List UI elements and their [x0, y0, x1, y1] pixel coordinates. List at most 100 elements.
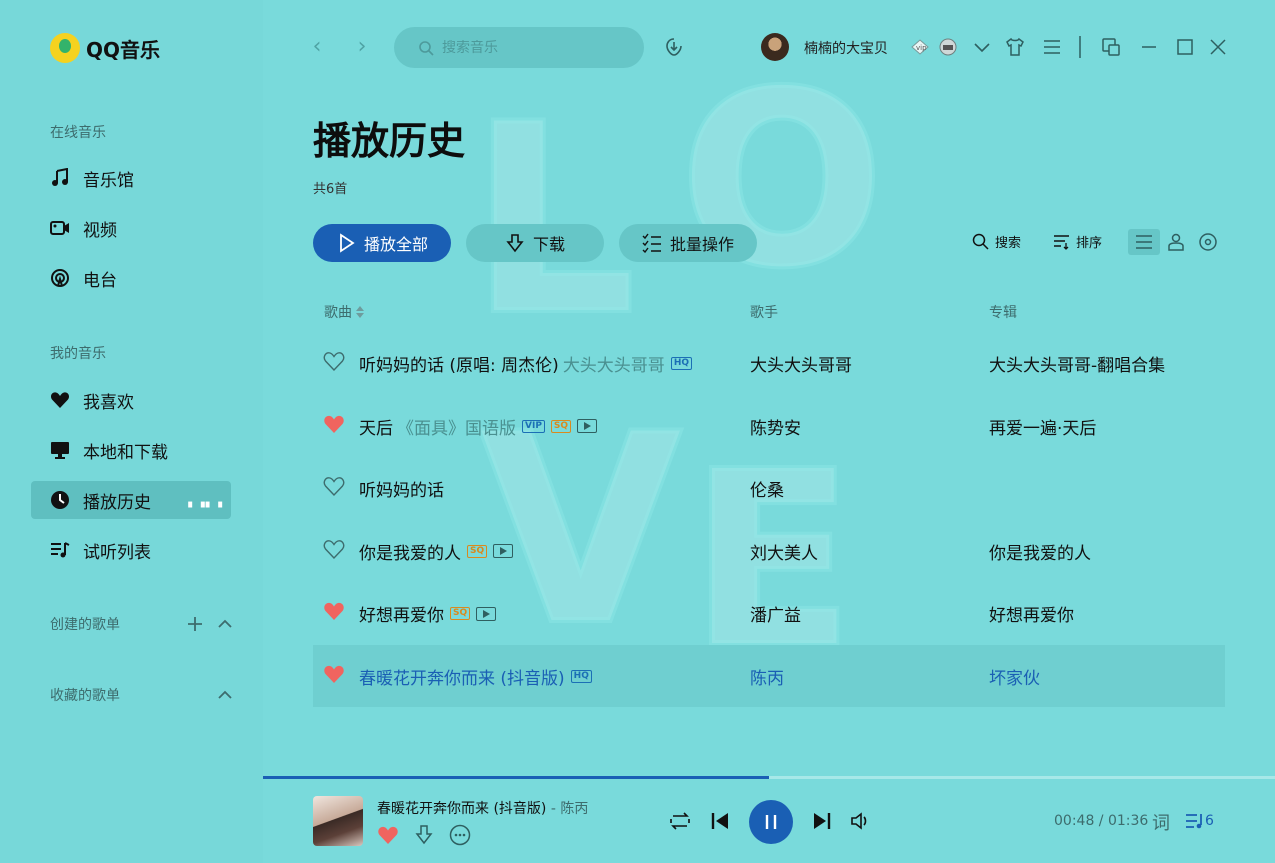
listen-recognize-icon[interactable]	[662, 35, 686, 59]
mv-icon[interactable]	[476, 606, 497, 621]
heart-outline-icon[interactable]	[323, 475, 345, 497]
now-playing-title: 春暖花开奔你而来 (抖音版)	[377, 801, 547, 817]
mv-icon[interactable]	[493, 544, 514, 558]
song-title: 听妈妈的话 (原唱: 周杰伦)	[359, 356, 559, 376]
sidebar-item-trial-list[interactable]: 试听列表	[31, 531, 231, 569]
play-queue-icon	[1186, 814, 1202, 829]
previous-track-icon[interactable]	[707, 808, 733, 834]
sort-arrows-icon	[356, 306, 364, 318]
chevron-up-icon[interactable]	[217, 687, 233, 703]
close-icon[interactable]	[1206, 35, 1230, 59]
table-row[interactable]: 春暖花开奔你而来 (抖音版) HQ 陈丙 坏家伙	[313, 644, 1225, 707]
qq-music-logo-icon	[50, 33, 80, 63]
liked-heart-icon[interactable]	[323, 663, 345, 685]
now-playing-info[interactable]: 春暖花开奔你而来 (抖音版) - 陈丙	[377, 798, 588, 818]
chevron-up-icon[interactable]	[217, 616, 233, 632]
menu-icon[interactable]	[1040, 35, 1064, 59]
song-count: 共6首	[313, 182, 348, 197]
sq-quality-badge: SQ	[467, 544, 488, 558]
checklist-icon	[642, 233, 661, 253]
liked-heart-icon[interactable]	[323, 600, 345, 622]
column-header-album: 专辑	[989, 305, 1017, 321]
heart-outline-icon[interactable]	[323, 538, 345, 560]
liked-heart-icon[interactable]	[323, 413, 345, 435]
table-row[interactable]: 听妈妈的话 (原唱: 周杰伦) 大头大头哥哥 HQ 大头大头哥哥 大头大头哥哥-翻唱合集	[313, 332, 1225, 394]
download-icon[interactable]	[413, 824, 435, 846]
sidebar-item-favorites[interactable]: 我喜欢	[31, 381, 231, 419]
list-view-button[interactable]	[1128, 229, 1160, 255]
download-button[interactable]: 下载	[466, 224, 604, 262]
progress-bar[interactable]	[263, 776, 1275, 779]
mini-mode-icon[interactable]	[1099, 35, 1123, 59]
song-artist[interactable]: 伦桑	[750, 476, 784, 501]
song-title-cell[interactable]: 天后 《面具》国语版 VIP SQ	[359, 414, 598, 439]
minimize-icon[interactable]	[1137, 35, 1161, 59]
sidebar-item-music-hall[interactable]: 音乐馆	[31, 159, 231, 197]
song-artist[interactable]: 陈丙	[750, 664, 784, 689]
collected-playlists-label: 收藏的歌单	[50, 688, 120, 704]
artist-view-button[interactable]	[1160, 229, 1192, 255]
volume-icon[interactable]	[848, 808, 874, 834]
username[interactable]: 楠楠的大宝贝	[804, 38, 888, 58]
level-badge-icon[interactable]	[936, 35, 960, 59]
chevron-down-icon[interactable]	[970, 35, 994, 59]
song-title: 春暖花开奔你而来 (抖音版)	[359, 668, 565, 689]
player-bar: 春暖花开奔你而来 (抖音版) - 陈丙 00:48 / 01:36 词 6	[263, 776, 1275, 863]
song-artist[interactable]: 陈势安	[750, 414, 801, 439]
song-artist[interactable]: 刘大美人	[750, 539, 818, 564]
search-input[interactable]	[442, 39, 632, 56]
search-tool[interactable]: 搜索	[972, 232, 1021, 251]
song-album[interactable]: 你是我爱的人	[989, 539, 1091, 564]
playback-time: 00:48 / 01:36	[1054, 813, 1149, 829]
song-title-cell[interactable]: 听妈妈的话	[359, 476, 444, 501]
avatar[interactable]	[761, 33, 789, 61]
table-row[interactable]: 听妈妈的话 伦桑	[313, 457, 1225, 519]
sidebar-item-local-download[interactable]: 本地和下载	[31, 431, 231, 469]
playlist-icon	[49, 539, 71, 561]
pause-button[interactable]	[749, 800, 793, 844]
song-title-cell[interactable]: 你是我爱的人 SQ	[359, 539, 514, 564]
table-row[interactable]: 你是我爱的人 SQ 刘大美人 你是我爱的人	[313, 520, 1225, 582]
sidebar-item-play-history[interactable]: 播放历史 ▖▗▖▗	[31, 481, 231, 519]
sidebar-item-label: 视频	[83, 220, 117, 241]
batch-operation-button[interactable]: 批量操作	[619, 224, 757, 262]
collected-playlists-header[interactable]: 收藏的歌单	[50, 685, 233, 705]
created-playlists-header[interactable]: 创建的歌单	[50, 614, 233, 634]
table-row[interactable]: 天后 《面具》国语版 VIP SQ 陈势安 再爱一遍·天后	[313, 395, 1225, 457]
search-box[interactable]	[394, 27, 644, 68]
next-track-icon[interactable]	[809, 808, 835, 834]
divider	[1068, 35, 1092, 59]
add-icon[interactable]	[187, 616, 203, 632]
skin-shirt-icon[interactable]	[1003, 35, 1027, 59]
album-view-button[interactable]	[1192, 229, 1224, 255]
sidebar-item-radio[interactable]: 电台	[31, 259, 231, 297]
play-all-button[interactable]: 播放全部	[313, 224, 451, 262]
song-album[interactable]: 坏家伙	[989, 664, 1040, 689]
song-album[interactable]: 再爱一遍·天后	[989, 414, 1096, 439]
song-title-cell[interactable]: 春暖花开奔你而来 (抖音版) HQ	[359, 664, 592, 689]
mv-icon[interactable]	[577, 419, 598, 433]
app-logo[interactable]: QQ音乐	[50, 33, 160, 63]
song-artist[interactable]: 潘广益	[750, 601, 801, 626]
column-header-song[interactable]: 歌曲	[324, 302, 365, 322]
play-queue-button[interactable]: 6	[1185, 812, 1214, 830]
sort-tool[interactable]: 排序	[1053, 232, 1102, 251]
lyrics-button[interactable]: 词	[1152, 809, 1170, 835]
app-name: QQ音乐	[86, 37, 161, 62]
maximize-icon[interactable]	[1173, 35, 1197, 59]
song-title-cell[interactable]: 好想再爱你 SQ	[359, 601, 497, 626]
song-artist[interactable]: 大头大头哥哥	[750, 351, 852, 376]
more-icon[interactable]	[449, 824, 471, 846]
vip-badge-icon[interactable]: vip	[908, 35, 932, 59]
album-cover[interactable]	[313, 796, 363, 846]
heart-outline-icon[interactable]	[323, 350, 345, 372]
song-title-cell[interactable]: 听妈妈的话 (原唱: 周杰伦) 大头大头哥哥 HQ	[359, 351, 692, 376]
table-row[interactable]: 好想再爱你 SQ 潘广益 好想再爱你	[313, 582, 1225, 644]
back-arrow-icon[interactable]: ‹	[306, 36, 328, 58]
song-album[interactable]: 好想再爱你	[989, 601, 1074, 626]
song-album[interactable]: 大头大头哥哥-翻唱合集	[989, 351, 1165, 376]
loop-mode-icon[interactable]	[667, 808, 693, 834]
forward-arrow-icon[interactable]: ›	[351, 36, 373, 58]
heart-icon[interactable]	[377, 824, 399, 846]
sidebar-item-video[interactable]: 视频	[31, 209, 231, 247]
